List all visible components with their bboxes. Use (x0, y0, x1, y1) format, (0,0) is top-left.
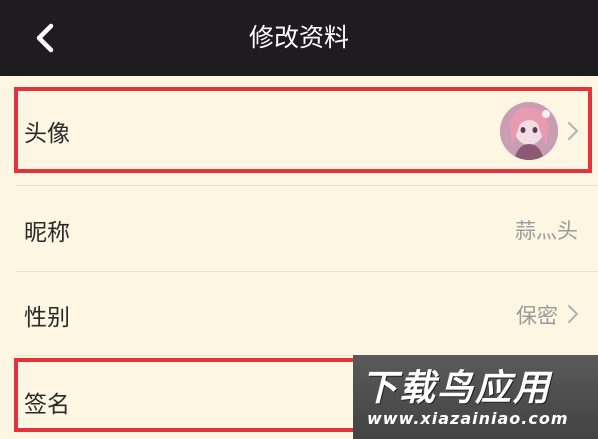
avatar-image (500, 102, 558, 160)
row-nickname[interactable]: 昵称 蒜灬头 (0, 186, 598, 271)
watermark-name: 下载鸟应用 (361, 367, 552, 409)
nickname-value: 蒜灬头 (515, 219, 578, 243)
nickname-label: 昵称 (24, 220, 70, 246)
gender-label: 性别 (24, 305, 70, 331)
watermark-url: www.xiazainiao.com (367, 409, 569, 428)
page-title: 修改资料 (248, 23, 349, 52)
avatar (500, 102, 558, 160)
watermark-logo: 下载鸟应用 www.xiazainiao.com (353, 355, 598, 439)
avatar-label: 头像 (24, 121, 70, 147)
gender-value: 保密 (516, 304, 558, 328)
chevron-right-icon (568, 305, 578, 323)
row-gender[interactable]: 性别 保密 (0, 272, 598, 355)
chevron-right-icon (568, 122, 578, 140)
header-bar: 修改资料 (0, 0, 598, 76)
signature-label: 签名 (24, 392, 70, 418)
